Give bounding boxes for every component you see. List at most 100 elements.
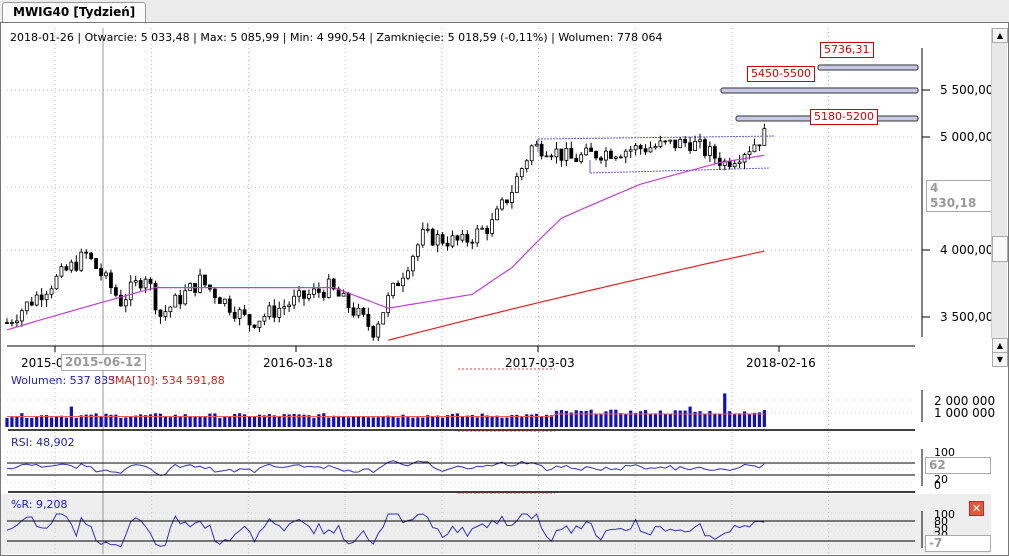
volume-bar: [688, 406, 692, 427]
scroll-up-icon[interactable]: ▲: [992, 338, 1008, 353]
candle-body: [69, 261, 74, 271]
candle-body: [183, 290, 188, 305]
volume-bar: [153, 413, 158, 427]
volume-bar: [193, 416, 197, 427]
volume-bar: [653, 413, 658, 427]
volume-bar: [351, 416, 356, 427]
candle-body: [19, 310, 24, 322]
volume-bar: [391, 416, 395, 427]
volume-bar: [64, 417, 68, 427]
candle-body: [114, 287, 118, 296]
candle-body: [371, 326, 376, 338]
candle-body: [79, 251, 84, 271]
candle-body: [658, 140, 663, 147]
volume-bar: [208, 413, 212, 427]
candle-body: [604, 150, 608, 161]
candle-body: [341, 292, 346, 297]
volume-bar: [540, 416, 544, 427]
candle-body: [302, 290, 306, 299]
candle-body: [465, 233, 470, 243]
volume-bar: [15, 416, 19, 427]
candle-body: [495, 208, 499, 221]
volume-bar: [233, 414, 237, 427]
candle-body: [618, 156, 623, 159]
candle-body: [94, 258, 98, 269]
candle-body: [232, 311, 237, 319]
volume-bar: [549, 415, 554, 427]
volume-bar: [74, 417, 78, 427]
x-tick: 2016-03-18: [263, 356, 333, 370]
volume-bar: [396, 417, 400, 427]
candle-body: [158, 309, 163, 317]
candle-body: [708, 146, 712, 156]
volume-bar: [643, 409, 648, 427]
candle-body: [727, 160, 732, 168]
volume-bar: [678, 410, 682, 427]
volume-bar: [337, 415, 341, 427]
candle-body: [163, 311, 168, 317]
volume-bar: [733, 414, 737, 427]
chart-canvas[interactable]: [0, 0, 1009, 554]
level-label[interactable]: 5180-5200: [810, 109, 878, 125]
close-panel-button[interactable]: ✕: [969, 501, 984, 516]
candle-body: [272, 305, 277, 318]
level-label[interactable]: 5736,31: [820, 42, 874, 58]
volume-bar: [718, 413, 722, 427]
volume-bar: [163, 416, 167, 427]
candle-body: [173, 294, 178, 308]
candle-body: [277, 307, 282, 318]
candle-body: [643, 148, 648, 153]
candle-body: [227, 298, 232, 313]
scrollbar-thumb[interactable]: [992, 236, 1008, 262]
candle-body: [252, 324, 257, 328]
candle-body: [287, 304, 292, 308]
volume-bar: [490, 416, 494, 427]
candle-body: [450, 235, 455, 247]
volume-bar: [376, 417, 380, 427]
volume-label: Wolumen: 537 833: [11, 374, 116, 387]
volume-bar: [431, 416, 435, 427]
volume-bar: [119, 417, 123, 427]
candle-body: [415, 244, 420, 257]
candle-body: [326, 278, 331, 298]
candle-body: [109, 272, 113, 289]
scroll-up-icon[interactable]: ▲: [992, 28, 1008, 43]
volume-bar: [134, 415, 138, 427]
candle-body: [59, 266, 64, 277]
candle-body: [104, 272, 108, 277]
candle-body: [539, 143, 544, 157]
candle-body: [440, 234, 445, 244]
volume-bar: [559, 410, 563, 427]
volume-bar: [312, 417, 316, 427]
volume-bar: [460, 416, 464, 427]
volume-bar: [619, 413, 623, 427]
volume-bar: [713, 413, 717, 427]
candle-body: [351, 307, 356, 316]
volume-bar: [386, 415, 390, 427]
volume-bar: [342, 416, 346, 427]
candle-body: [49, 288, 54, 295]
candle-body: [712, 146, 717, 159]
candle-body: [564, 148, 569, 161]
volume-bar: [104, 413, 108, 427]
price-tick: 4 000,00: [940, 243, 994, 257]
candle-body: [435, 234, 440, 246]
candle-body: [366, 313, 371, 327]
candle-body: [74, 261, 79, 271]
scroll-down-icon[interactable]: ▼: [992, 352, 1008, 367]
volume-bar: [54, 416, 59, 427]
ohlc-info: 2018-01-26 | Otwarcie: 5 033,48 | Max: 5…: [10, 31, 663, 44]
candle-body: [668, 139, 673, 142]
wr-panel-bg: [1, 494, 991, 554]
volume-bar: [366, 417, 370, 427]
volume-bar: [480, 413, 484, 427]
candle-body: [282, 306, 287, 309]
candle-body: [599, 157, 603, 161]
volume-bar: [213, 413, 217, 427]
level-label[interactable]: 5450-5500: [747, 66, 815, 82]
volume-bar: [356, 416, 361, 427]
wr-label: %R: 9,208: [11, 498, 68, 511]
price-scrollbar[interactable]: [991, 28, 1007, 338]
volume-bar: [262, 415, 266, 427]
volume-bar: [272, 415, 276, 427]
